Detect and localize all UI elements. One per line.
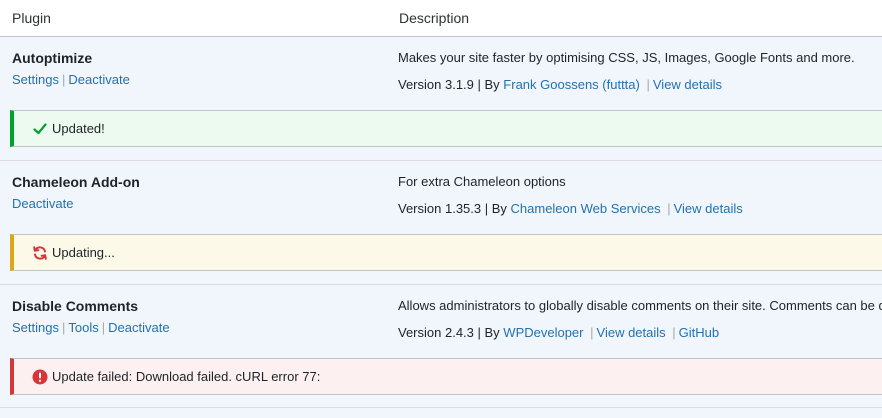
update-notice-updating: Updating... xyxy=(10,234,882,271)
separator: | xyxy=(646,77,650,92)
table-header: Plugin Description xyxy=(0,0,882,37)
plugin-name: Disable Comments xyxy=(12,298,139,314)
author-link[interactable]: WPDeveloper xyxy=(503,325,583,340)
plugin-description: Makes your site faster by optimising CSS… xyxy=(398,50,855,65)
separator: | xyxy=(61,72,66,87)
next-row-partial xyxy=(0,408,882,418)
separator: | xyxy=(101,320,106,335)
plugin-name: Autoptimize xyxy=(12,50,93,66)
plugin-actions: Deactivate xyxy=(12,196,73,211)
update-notice-row: Updated! xyxy=(0,110,882,161)
refresh-icon xyxy=(33,246,47,260)
notice-text: Updating... xyxy=(52,245,115,260)
update-notice-row: Update failed: Download failed. cURL err… xyxy=(0,358,882,408)
author-link[interactable]: Chameleon Web Services xyxy=(511,201,661,216)
author-link[interactable]: Frank Goossens (futtta) xyxy=(503,77,640,92)
plugin-description: Allows administrators to globally disabl… xyxy=(398,298,882,313)
error-icon xyxy=(32,369,48,385)
plugins-table: Plugin Description Autoptimize Settings |… xyxy=(0,0,882,418)
plugin-column-header[interactable]: Plugin xyxy=(12,10,51,26)
plugin-row-disable-comments: Disable Comments Settings | Tools | Deactiva… xyxy=(0,285,882,358)
plugin-meta: Version 3.1.9 | By Frank Goossens (futtt… xyxy=(398,77,722,92)
separator: | xyxy=(667,201,671,216)
separator: | xyxy=(672,325,676,340)
deactivate-link[interactable]: Deactivate xyxy=(108,320,169,335)
view-details-link[interactable]: View details xyxy=(674,201,743,216)
view-details-link[interactable]: View details xyxy=(653,77,722,92)
plugin-description: For extra Chameleon options xyxy=(398,174,566,189)
version-text: Version 2.4.3 | By xyxy=(398,325,500,340)
version-text: Version 3.1.9 | By xyxy=(398,77,500,92)
deactivate-link[interactable]: Deactivate xyxy=(68,72,129,87)
version-text: Version 1.35.3 | By xyxy=(398,201,507,216)
update-notice-success: Updated! xyxy=(10,110,882,147)
plugin-actions: Settings | Tools | Deactivate xyxy=(12,320,170,335)
notice-text: Updated! xyxy=(52,121,105,136)
plugin-actions: Settings | Deactivate xyxy=(12,72,130,87)
update-notice-row: Updating... xyxy=(0,234,882,285)
settings-link[interactable]: Settings xyxy=(12,320,59,335)
checkmark-icon xyxy=(33,123,47,135)
view-details-link[interactable]: View details xyxy=(597,325,666,340)
description-column-header: Description xyxy=(399,10,470,26)
plugin-meta: Version 2.4.3 | By WPDeveloper | View det… xyxy=(398,325,719,340)
plugin-row-chameleon-add-on: Chameleon Add-on Deactivate For extra Ch… xyxy=(0,161,882,234)
plugin-name: Chameleon Add-on xyxy=(12,174,140,190)
tools-link[interactable]: Tools xyxy=(68,320,98,335)
github-link[interactable]: GitHub xyxy=(679,325,719,340)
notice-text: Update failed: Download failed. cURL err… xyxy=(52,369,321,384)
deactivate-link[interactable]: Deactivate xyxy=(12,196,73,211)
separator: | xyxy=(61,320,66,335)
settings-link[interactable]: Settings xyxy=(12,72,59,87)
plugin-row-autoptimize: Autoptimize Settings | Deactivate Makes yo… xyxy=(0,37,882,110)
plugin-meta: Version 1.35.3 | By Chameleon Web Servic… xyxy=(398,201,743,216)
separator: | xyxy=(590,325,594,340)
update-notice-error: Update failed: Download failed. cURL err… xyxy=(10,358,882,395)
